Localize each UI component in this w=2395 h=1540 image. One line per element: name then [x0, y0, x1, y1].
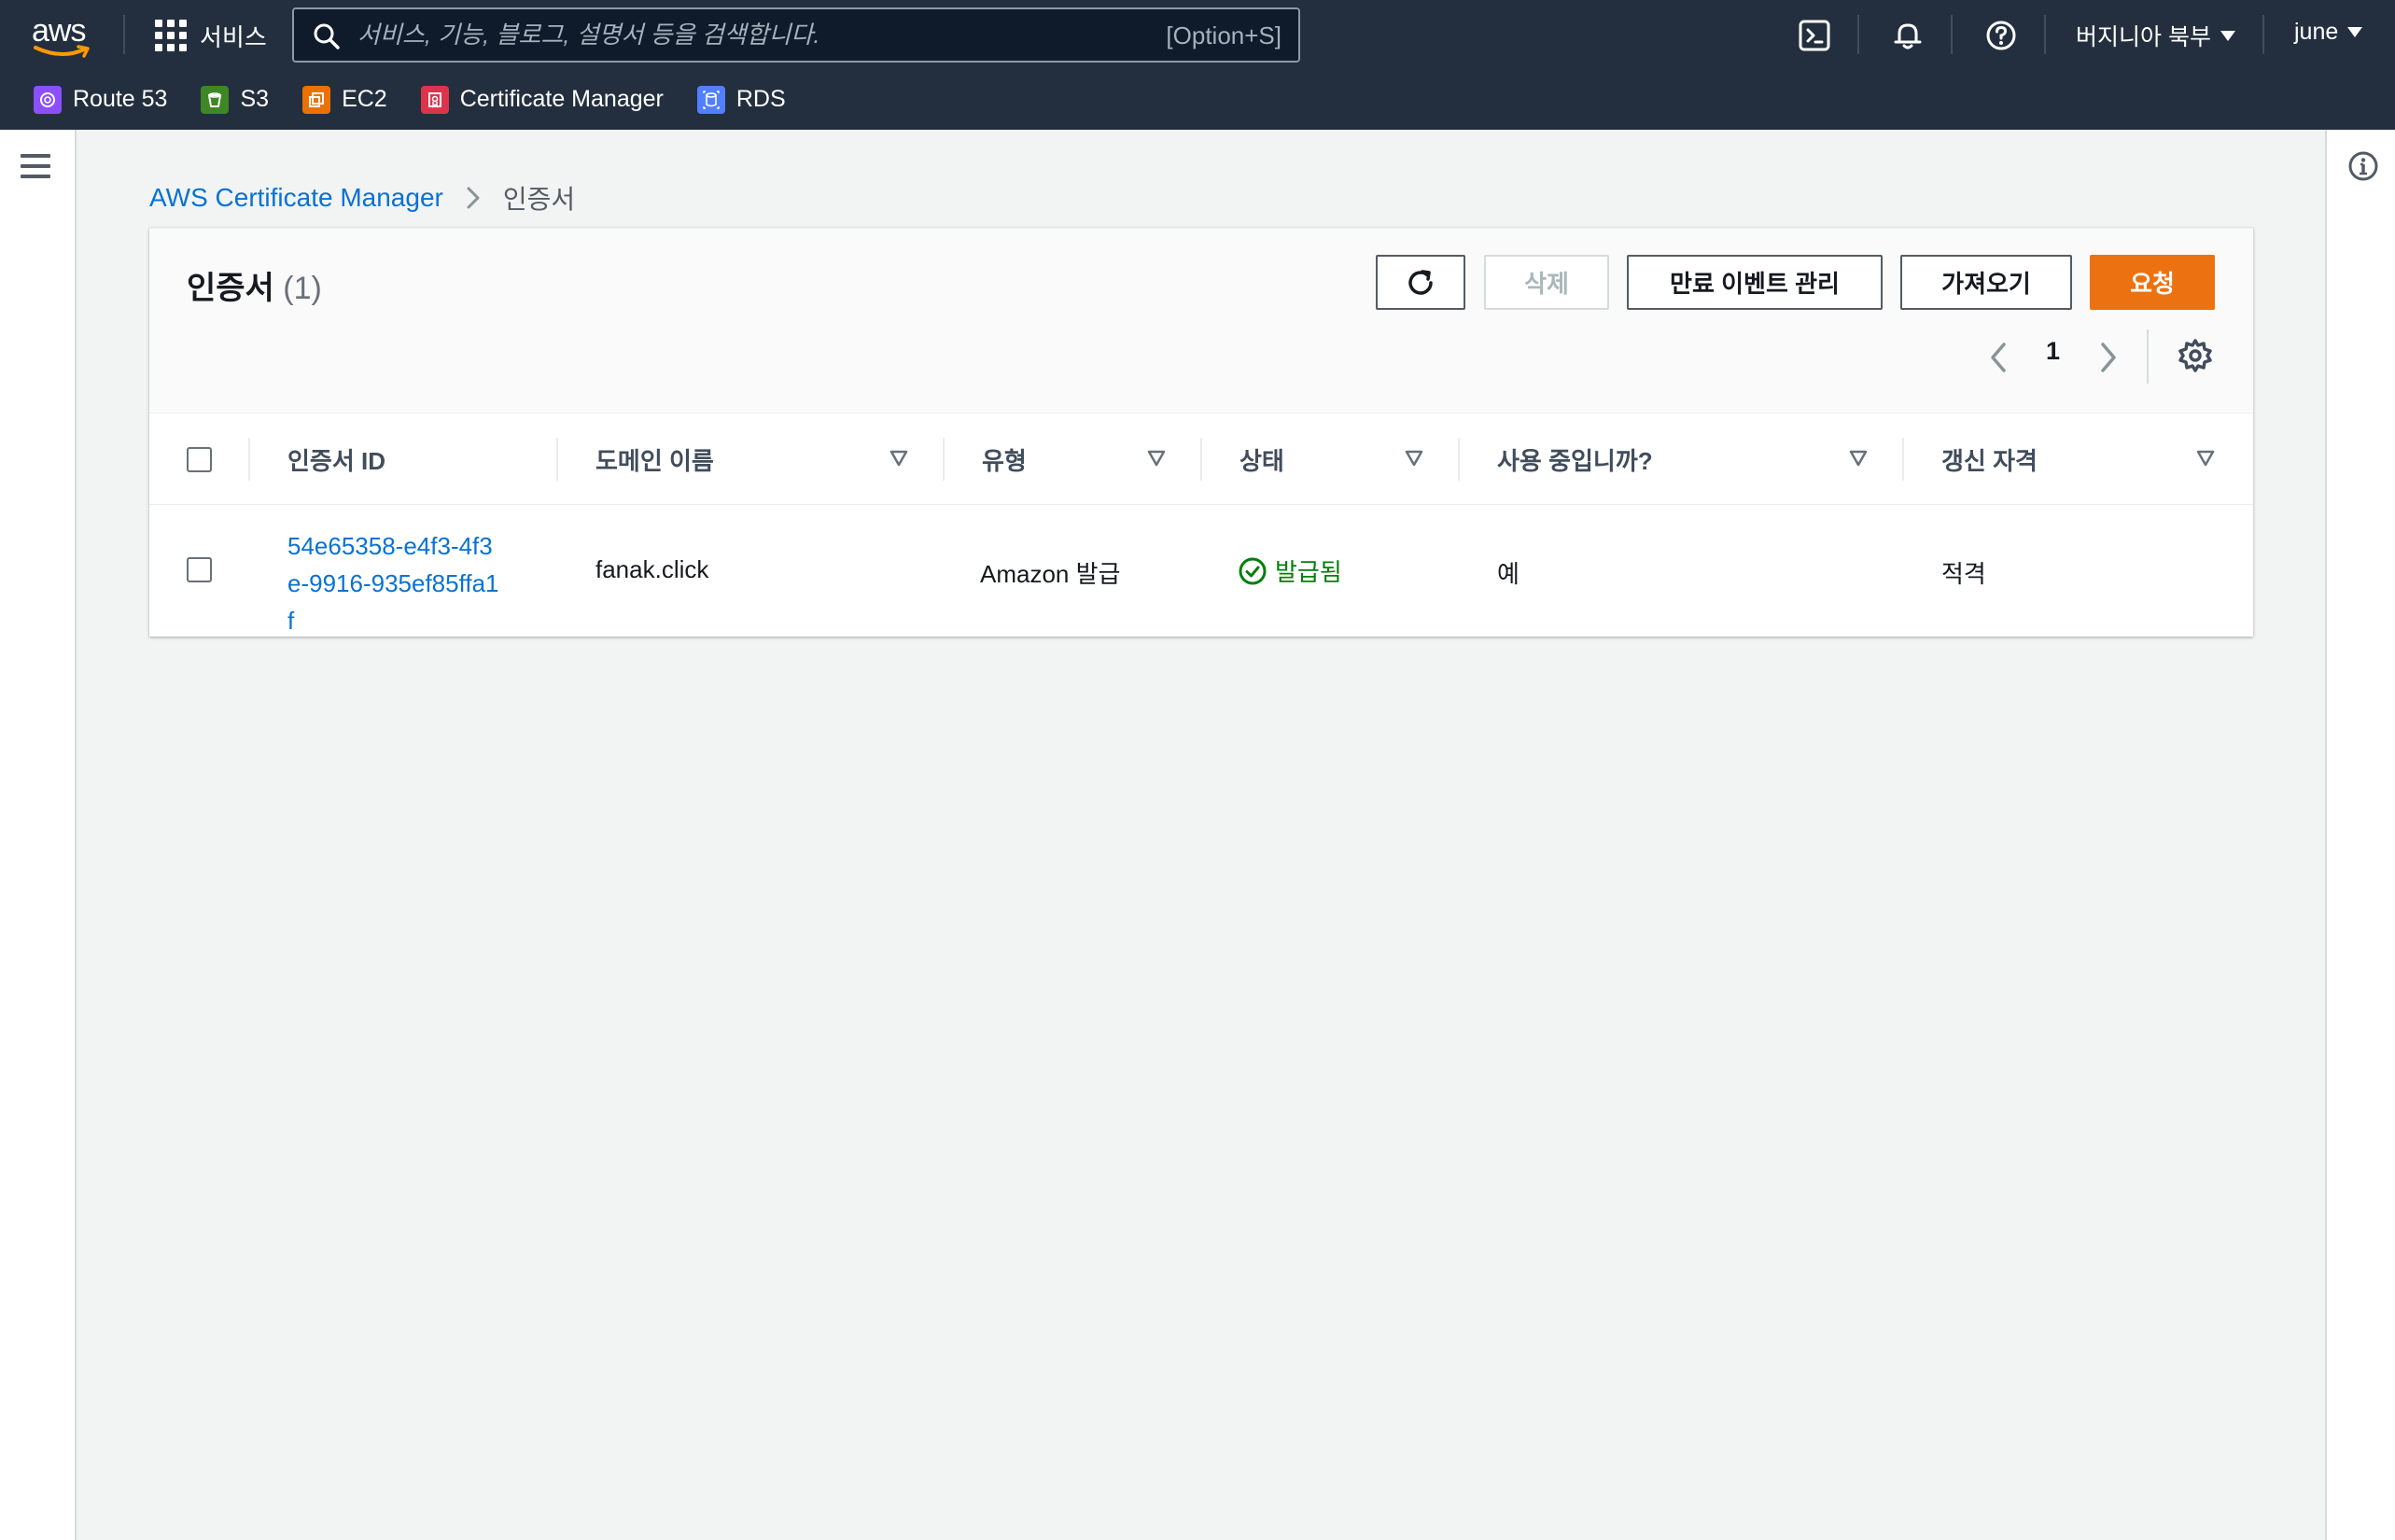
status-text: 발급됨 — [1275, 558, 1342, 586]
refresh-button[interactable] — [1376, 255, 1465, 310]
favorite-s3[interactable]: S3 — [201, 85, 270, 114]
column-header-in-use[interactable]: 사용 중입니까? — [1497, 413, 1653, 505]
account-name: june — [2294, 19, 2339, 45]
favorite-label: RDS — [735, 86, 786, 112]
column-divider — [248, 438, 250, 481]
nav-divider — [123, 15, 125, 54]
page-title: 인증서 (1) — [187, 262, 322, 308]
panel-title-text: 인증서 — [187, 271, 274, 306]
region-label: 버지니아 북부 — [2076, 24, 2211, 50]
caret-down-icon — [2220, 30, 2235, 41]
gear-icon[interactable] — [2177, 337, 2214, 374]
favorite-label: Route 53 — [73, 86, 168, 112]
breadcrumb-root-link[interactable]: AWS Certificate Manager — [149, 183, 443, 213]
column-header-renewal[interactable]: 갱신 자격 — [1941, 413, 2038, 505]
chevron-left-icon[interactable] — [1984, 339, 2012, 376]
nav-primary-row: aws 서비스 [Option+S] — [0, 0, 2395, 69]
column-divider — [943, 438, 945, 481]
renewal-eligibility-cell: 적격 — [1941, 560, 1986, 588]
column-header-domain[interactable]: 도메인 이름 — [595, 413, 714, 505]
in-use-cell: 예 — [1497, 560, 1520, 588]
menu-toggle-button[interactable] — [21, 154, 54, 182]
domain-name-cell: fanak.click — [595, 555, 709, 583]
s3-icon — [201, 85, 230, 114]
breadcrumb: AWS Certificate Manager 인증서 — [149, 179, 575, 217]
favorite-label: Certificate Manager — [459, 86, 664, 112]
aws-logo[interactable]: aws — [32, 13, 93, 58]
help-icon — [1986, 21, 2016, 50]
nav-divider — [1951, 15, 1953, 54]
hamburger-icon — [21, 154, 50, 158]
select-all-checkbox[interactable] — [187, 447, 212, 472]
top-navigation: aws 서비스 [Option+S] — [0, 0, 2395, 130]
row-select-checkbox[interactable] — [187, 557, 212, 582]
cloudshell-icon — [1799, 20, 1830, 51]
favorite-certificate-manager[interactable]: Certificate Manager — [420, 85, 664, 114]
table-row: 54e65358-e4f3-4f3e-9916-935ef85ffa1f fan… — [149, 505, 2253, 636]
left-navigation-rail — [0, 130, 77, 1540]
favorite-ec2[interactable]: EC2 — [302, 85, 387, 114]
column-header-cert-id[interactable]: 인증서 ID — [287, 413, 385, 505]
refresh-icon — [1408, 269, 1433, 295]
table-header: 인증서 ID 도메인 이름 유형 상태 사용 중입니까? 갱신 자격 — [149, 413, 2253, 505]
bell-icon — [1894, 23, 1922, 49]
search-icon — [314, 23, 340, 49]
ec2-icon — [302, 85, 331, 114]
nav-divider — [1857, 15, 1859, 54]
column-divider — [1458, 438, 1460, 481]
notifications-button[interactable] — [1889, 17, 1926, 54]
column-divider — [1902, 438, 1904, 481]
column-header-status[interactable]: 상태 — [1240, 413, 1284, 505]
search-shortcut-hint: [Option+S] — [1166, 21, 1282, 49]
help-button[interactable] — [1982, 17, 2020, 54]
certificate-manager-icon — [420, 85, 449, 114]
cloudshell-button[interactable] — [1796, 17, 1833, 54]
sort-caret-icon[interactable] — [1404, 449, 1424, 468]
nav-divider — [2044, 15, 2046, 54]
chevron-right-icon — [467, 187, 480, 209]
route53-icon — [34, 85, 62, 114]
grid-icon — [155, 20, 187, 51]
favorite-label: S3 — [240, 86, 270, 112]
manage-expiry-events-button[interactable]: 만료 이벤트 관리 — [1627, 255, 1883, 310]
column-header-type[interactable]: 유형 — [982, 413, 1027, 505]
request-button[interactable]: 요청 — [2090, 255, 2215, 310]
info-icon[interactable] — [2347, 150, 2379, 182]
panel-header: 인증서 (1) 삭제 만료 이벤트 관리 가져오기 요청 1 — [149, 229, 2253, 413]
delete-button[interactable]: 삭제 — [1484, 255, 1609, 310]
aws-smile-icon — [34, 45, 90, 58]
nav-divider — [2262, 15, 2264, 54]
favorite-label: EC2 — [342, 86, 387, 112]
certificate-id-link[interactable]: 54e65358-e4f3-4f3e-9916-935ef85ffa1f — [287, 527, 502, 639]
sort-caret-icon[interactable] — [889, 449, 909, 468]
type-cell: Amazon 발급 — [980, 560, 1121, 588]
rds-icon — [696, 85, 725, 114]
success-check-icon — [1239, 557, 1267, 584]
caret-down-icon — [2347, 27, 2363, 37]
column-divider — [1200, 438, 1202, 481]
breadcrumb-current: 인증서 — [502, 185, 576, 214]
favorites-bar: Route 53 S3 EC2 Certificate Manager RDS — [0, 69, 2395, 130]
import-button[interactable]: 가져오기 — [1900, 255, 2072, 310]
region-selector[interactable]: 버지니아 북부 — [2076, 19, 2235, 52]
account-menu[interactable]: june — [2294, 19, 2363, 46]
certificate-count: (1) — [283, 271, 322, 306]
search-input[interactable] — [357, 9, 1104, 61]
status-badge: 발급됨 — [1238, 553, 1342, 588]
chevron-right-icon[interactable] — [2094, 339, 2122, 376]
right-tools-rail — [2325, 130, 2395, 1540]
pager-divider — [2147, 329, 2149, 384]
services-label: 서비스 — [200, 22, 267, 51]
favorite-route53[interactable]: Route 53 — [34, 85, 168, 114]
services-menu-button[interactable]: 서비스 — [155, 17, 267, 54]
certificates-panel: 인증서 (1) 삭제 만료 이벤트 관리 가져오기 요청 1 인증서 ID 도메… — [149, 228, 2253, 637]
search-bar[interactable]: [Option+S] — [292, 7, 1300, 63]
sort-caret-icon[interactable] — [1146, 449, 1167, 468]
column-divider — [556, 438, 558, 481]
page-number[interactable]: 1 — [2046, 337, 2060, 366]
sort-caret-icon[interactable] — [1848, 449, 1869, 468]
sort-caret-icon[interactable] — [2195, 449, 2216, 468]
favorite-rds[interactable]: RDS — [696, 85, 786, 114]
